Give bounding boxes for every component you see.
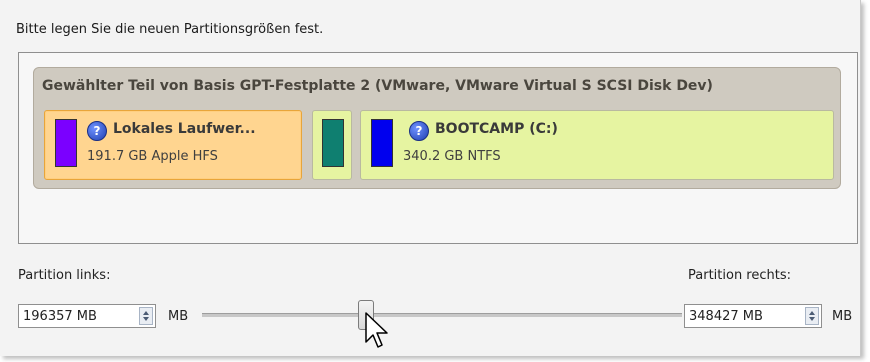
left-partition-spinbox[interactable] xyxy=(18,304,156,328)
partition-left[interactable]: ? Lokales Laufwer... 191.7 GB Apple HFS xyxy=(44,110,302,180)
partition-size: 340.2 GB NTFS xyxy=(403,149,501,164)
partition-right[interactable]: ? BOOTCAMP (C:) 340.2 GB NTFS xyxy=(360,110,834,180)
right-unit-label: MB xyxy=(832,309,853,324)
partition-size: 191.7 GB Apple HFS xyxy=(87,149,218,164)
partition-name: BOOTCAMP (C:) xyxy=(435,121,558,137)
right-partition-spinbox[interactable] xyxy=(684,304,822,328)
left-partition-label: Partition links: xyxy=(18,268,111,283)
partition-color-swatch xyxy=(55,119,77,167)
partition-group-box: Gewählter Teil von Basis GPT-Festplatte … xyxy=(18,52,858,244)
partition-name: Lokales Laufwer... xyxy=(113,121,256,137)
partition-middle[interactable] xyxy=(312,110,352,180)
question-circle-icon[interactable]: ? xyxy=(87,121,107,141)
spinner-arrows-icon[interactable] xyxy=(139,307,153,325)
left-unit-label: MB xyxy=(168,309,189,324)
right-partition-input[interactable] xyxy=(685,305,801,327)
partition-color-swatch xyxy=(371,119,393,167)
instruction-text: Bitte legen Sie die neuen Partitionsgröß… xyxy=(16,22,324,37)
partition-color-swatch xyxy=(322,119,344,167)
partition-slider-track[interactable] xyxy=(202,313,682,317)
mouse-pointer-icon xyxy=(365,312,388,348)
partition-resize-page: Bitte legen Sie die neuen Partitionsgröß… xyxy=(0,0,861,356)
right-partition-label: Partition rechts: xyxy=(688,268,792,283)
question-circle-icon[interactable]: ? xyxy=(409,121,429,141)
left-partition-input[interactable] xyxy=(19,305,135,327)
spinner-arrows-icon[interactable] xyxy=(805,307,819,325)
disk-title: Gewählter Teil von Basis GPT-Festplatte … xyxy=(42,78,713,94)
disk-panel: Gewählter Teil von Basis GPT-Festplatte … xyxy=(33,67,841,189)
